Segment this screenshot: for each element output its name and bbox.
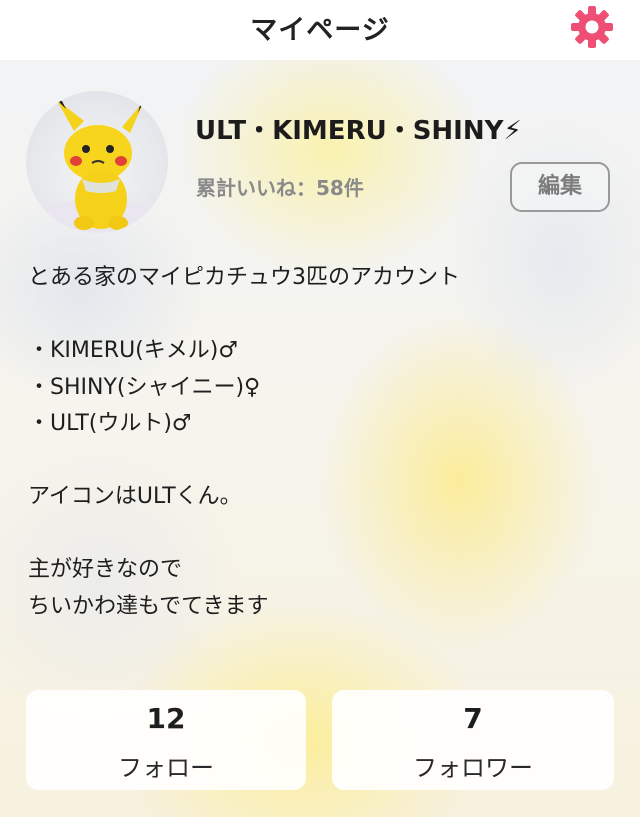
bio-line: アイコンはULTくん。 [28, 484, 242, 509]
pikachu-plush-avatar [37, 99, 157, 233]
bio-line: ちいかわ達もでてきます [28, 593, 269, 619]
edit-profile-button[interactable]: 編集 [510, 162, 610, 212]
follower-label: フォロワー [413, 754, 533, 782]
profile-content: ULT・KIMERU・SHINY⚡ 累計いいね：58件 編集 とある家のマイピカ… [0, 60, 640, 817]
bio-line: ・ULT(ウルト)♂ [28, 411, 192, 436]
follower-count: 7 [463, 702, 483, 735]
bio-line: 主が好きなので [28, 557, 183, 582]
total-likes: 累計いいね：58件 [196, 176, 364, 200]
display-name: ULT・KIMERU・SHINY⚡ [195, 116, 522, 146]
gear-icon[interactable] [570, 5, 614, 49]
bio-line: ・KIMERU(キメル)♂ [28, 338, 239, 363]
bio-text: とある家のマイピカチュウ3匹のアカウント ・KIMERU(キメル)♂ ・SHIN… [28, 260, 618, 625]
bio-line [28, 297, 618, 334]
avatar[interactable] [26, 91, 168, 233]
follow-count-card[interactable]: 12 フォロー [26, 690, 306, 790]
header-bar: マイページ [0, 0, 640, 60]
follow-label: フォロー [118, 754, 214, 782]
bio-line [28, 443, 618, 480]
page-title: マイページ [250, 15, 390, 46]
bio-line: ・SHINY(シャイニー)♀ [28, 374, 261, 400]
follow-count: 12 [146, 702, 186, 735]
bio-line [28, 516, 618, 553]
follower-count-card[interactable]: 7 フォロワー [332, 690, 614, 790]
my-page: マイページ ULT・KIMERU・SHINY⚡ 累計いいね：58件 編集 とある… [0, 0, 640, 817]
bio-line: とある家のマイピカチュウ3匹のアカウント [28, 265, 460, 290]
